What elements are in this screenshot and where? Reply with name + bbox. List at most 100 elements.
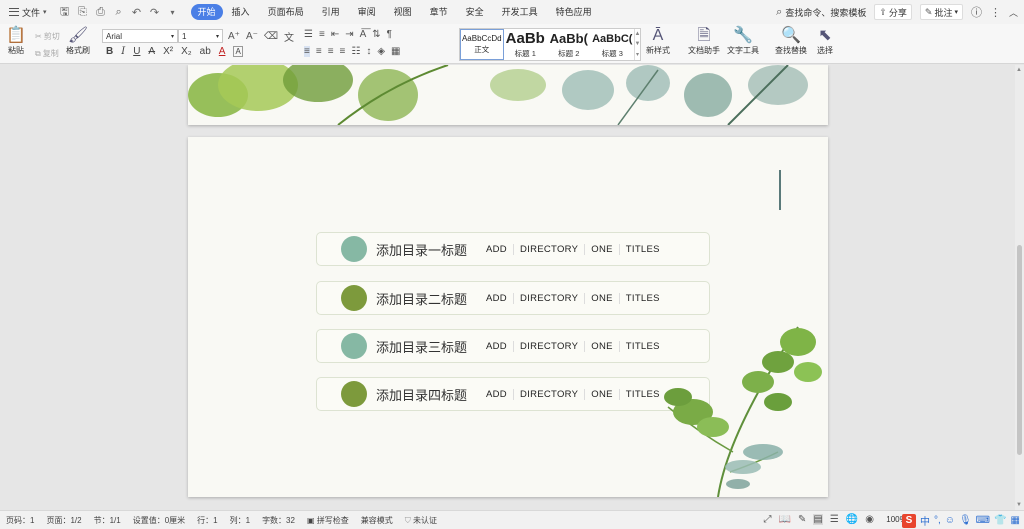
numbered-list-icon[interactable]: ≡ <box>319 29 325 40</box>
tab-view[interactable]: 视图 <box>385 4 421 20</box>
keyboard-icon[interactable]: ⌨ <box>976 515 990 526</box>
tab-chapter[interactable]: 章节 <box>421 4 457 20</box>
document-area[interactable]: 添加目录一标题 ADD DIRECTORY ONE TITLES 添加目录二标题… <box>0 65 1015 510</box>
page-2[interactable]: 添加目录一标题 ADD DIRECTORY ONE TITLES 添加目录二标题… <box>188 137 828 497</box>
format-painter-button[interactable]: 🖌 格式刷 <box>66 27 90 56</box>
comment-button[interactable]: ✎ 批注 ▾ <box>919 4 963 20</box>
more-options-icon[interactable]: ⋮ <box>990 6 1001 19</box>
chinese-layout-icon[interactable]: A͞ <box>360 29 367 40</box>
status-col[interactable]: 列：1 <box>230 515 250 526</box>
superscript-icon[interactable]: X² <box>163 46 173 57</box>
font-size-select[interactable]: 1 ▾ <box>178 29 223 43</box>
bullet-list-icon[interactable]: ☰ <box>304 29 313 40</box>
style-normal[interactable]: AaBbCcDd 正文 <box>460 29 504 60</box>
find-replace-button[interactable]: 🔍 查找替换 <box>775 27 807 56</box>
certification-status[interactable]: ⛉ 未认证 <box>405 515 437 526</box>
tab-page-layout[interactable]: 页面布局 <box>259 4 313 20</box>
cut-button[interactable]: ✂ 剪切 <box>35 31 60 42</box>
sogou-ime-icon[interactable]: S <box>901 513 916 528</box>
select-button[interactable]: ⬉ 选择 <box>817 27 833 56</box>
scroll-thumb[interactable] <box>1017 245 1022 455</box>
toc-item-2[interactable]: 添加目录二标题 ADD DIRECTORY ONE TITLES <box>316 281 710 315</box>
save-icon[interactable]: 🖫 <box>59 3 71 22</box>
page-1-bottom[interactable] <box>188 65 828 125</box>
status-section[interactable]: 节：1/1 <box>94 515 121 526</box>
file-menu[interactable]: 文件 ▾ <box>0 0 53 24</box>
strikethrough-icon[interactable]: A <box>148 46 155 57</box>
emoji-icon[interactable]: ☺ <box>945 515 955 526</box>
undo-icon[interactable]: ↶ <box>131 6 143 19</box>
grow-font-icon[interactable]: A⁺ <box>228 31 240 42</box>
distributed-icon[interactable]: ☷ <box>351 46 360 57</box>
font-name-select[interactable]: Arial ▾ <box>102 29 178 43</box>
borders-icon[interactable]: ▦ <box>391 46 400 57</box>
outline-view-icon[interactable]: ☰ <box>830 514 839 525</box>
justify-icon[interactable]: ≡ <box>340 46 346 57</box>
shrink-font-icon[interactable]: A⁻ <box>246 31 258 42</box>
redo-icon[interactable]: ↷ <box>149 6 161 19</box>
text-tools-button[interactable]: 🔧 文字工具 <box>727 27 759 56</box>
align-right-icon[interactable]: ≡ <box>328 46 334 57</box>
help-icon[interactable]: ⓘ <box>971 4 982 20</box>
punctuation-icon[interactable]: °, <box>934 515 941 526</box>
edit-icon[interactable]: ✎ <box>798 514 806 525</box>
tab-references[interactable]: 引用 <box>313 4 349 20</box>
export-icon[interactable]: ⎘ <box>77 6 89 19</box>
more-icon[interactable]: ▾ <box>167 8 179 17</box>
reading-view-icon[interactable]: 📖 <box>779 514 791 525</box>
spell-check-button[interactable]: ▣ 拼写检查 <box>307 515 349 526</box>
subscript-icon[interactable]: X₂ <box>181 46 192 57</box>
char-border-icon[interactable]: A <box>233 46 243 57</box>
highlight-icon[interactable]: ab <box>200 46 211 57</box>
toolbox-icon[interactable]: ▦ <box>1011 515 1020 526</box>
toc-item-4[interactable]: 添加目录四标题 ADD DIRECTORY ONE TITLES <box>316 377 710 411</box>
font-color-icon[interactable]: A <box>219 46 226 57</box>
tab-insert[interactable]: 插入 <box>223 4 259 20</box>
collapse-ribbon-icon[interactable]: ︿ <box>1009 6 1018 19</box>
ime-language[interactable]: 中 <box>920 513 930 528</box>
tab-developer[interactable]: 开发工具 <box>493 4 547 20</box>
toc-item-3[interactable]: 添加目录三标题 ADD DIRECTORY ONE TITLES <box>316 329 710 363</box>
scroll-up-icon[interactable]: ▲ <box>1016 67 1022 73</box>
copy-button[interactable]: ⧉ 复制 <box>35 48 59 59</box>
status-page-number[interactable]: 页码：1 <box>6 515 34 526</box>
align-center-icon[interactable]: ≡ <box>316 46 322 57</box>
fullscreen-icon[interactable]: ⤢ <box>764 514 772 525</box>
microphone-icon[interactable]: 🎙 <box>959 515 972 526</box>
underline-icon[interactable]: U <box>133 46 140 57</box>
tab-special[interactable]: 特色应用 <box>547 4 601 20</box>
align-left-icon[interactable]: ≡ <box>304 46 310 57</box>
scroll-down-icon[interactable]: ▼ <box>1016 502 1022 508</box>
eye-protection-icon[interactable]: ◉ <box>865 514 874 525</box>
print-preview-icon[interactable]: ⌕ <box>113 6 125 19</box>
tab-home[interactable]: 开始 <box>190 4 223 20</box>
styles-scroll[interactable]: ▲ ▼ ▾ <box>634 29 641 60</box>
clear-format-icon[interactable]: ⌫ <box>264 31 278 42</box>
status-word-count[interactable]: 字数：32 <box>262 515 295 526</box>
tab-review[interactable]: 审阅 <box>349 4 385 20</box>
skin-icon[interactable]: 👕 <box>994 515 1006 526</box>
status-pages[interactable]: 页面：1/2 <box>46 515 81 526</box>
page-view-icon[interactable]: ▤ <box>813 514 823 525</box>
line-spacing-icon[interactable]: ↕ <box>366 46 371 57</box>
decrease-indent-icon[interactable]: ⇤ <box>331 29 339 40</box>
style-heading-3[interactable]: AaBbC( 标题 3 <box>591 29 635 60</box>
command-search[interactable]: ⌕ 查找命令、搜索模板 <box>776 6 866 19</box>
toc-item-1[interactable]: 添加目录一标题 ADD DIRECTORY ONE TITLES <box>316 232 710 266</box>
sort-icon[interactable]: ⇅ <box>372 29 380 40</box>
tab-security[interactable]: 安全 <box>457 4 493 20</box>
web-view-icon[interactable]: 🌐 <box>846 514 858 525</box>
italic-icon[interactable]: I <box>121 46 125 57</box>
show-marks-icon[interactable]: ¶ <box>387 29 392 40</box>
status-row[interactable]: 行：1 <box>197 515 217 526</box>
style-heading-1[interactable]: AaBb 标题 1 <box>504 29 548 60</box>
paste-button[interactable]: 📋 粘贴 <box>6 27 26 56</box>
share-button[interactable]: ⇪ 分享 <box>874 4 912 20</box>
status-setting[interactable]: 设置值：0厘米 <box>133 515 185 526</box>
style-heading-2[interactable]: AaBb( 标题 2 <box>547 29 591 60</box>
shading-icon[interactable]: ◈ <box>377 46 385 57</box>
print-icon[interactable]: ⎙ <box>95 6 107 19</box>
vertical-scrollbar[interactable]: ▲ ▼ <box>1015 65 1024 510</box>
increase-indent-icon[interactable]: ⇥ <box>345 29 353 40</box>
phonetic-icon[interactable]: 文 <box>284 29 294 44</box>
